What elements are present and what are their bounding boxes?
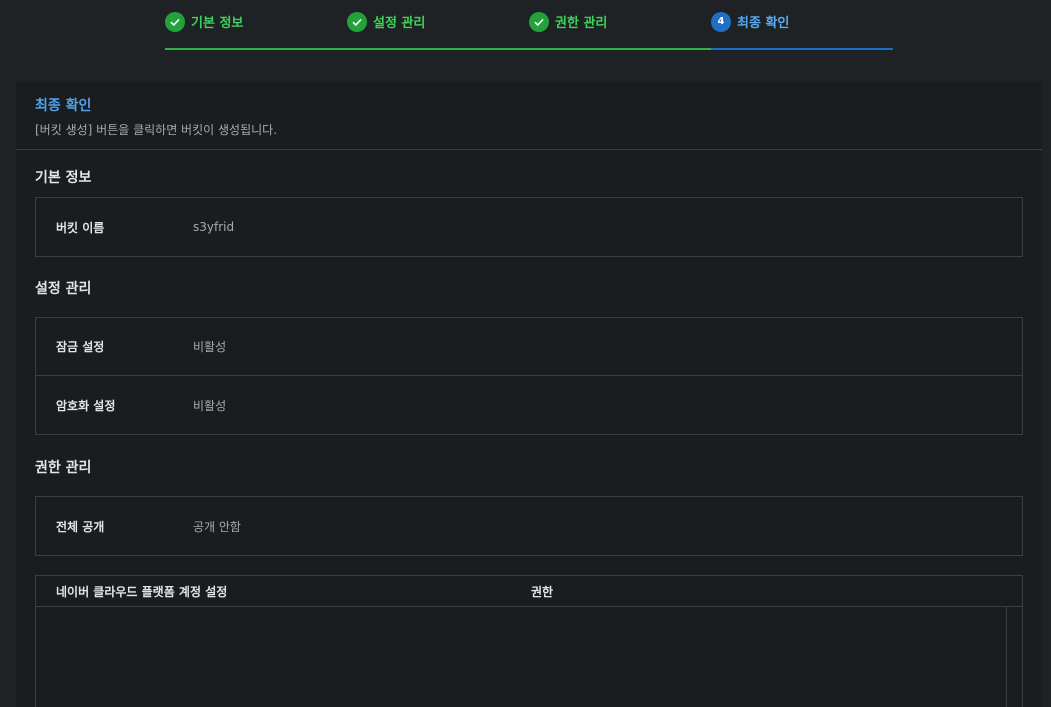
step-progress-bar [529,48,711,50]
section-title-permissions: 권한 관리 [35,460,92,476]
info-row: 버킷 이름 s3yfrid [36,198,1022,256]
review-panel: 최종 확인 [버킷 생성] 버튼을 클릭하면 버킷이 생성됩니다. 기본 정보 … [16,81,1042,707]
step-label: 권한 관리 [555,16,608,31]
step-label: 최종 확인 [737,16,790,31]
row-value: 비활성 [193,398,227,413]
permissions-box: 전체 공개 공개 안함 [35,496,1023,556]
step-number: 4 [717,16,725,27]
panel-header: 최종 확인 [버킷 생성] 버튼을 클릭하면 버킷이 생성됩니다. [16,81,1042,150]
column-header-account: 네이버 클라우드 플랫폼 계정 설정 [56,584,228,599]
section-title-settings: 설정 관리 [35,281,92,297]
row-label: 전체 공개 [56,519,105,534]
row-value: s3yfrid [193,220,235,234]
step-label: 기본 정보 [191,16,244,31]
step-progress-bar [347,48,529,50]
row-label: 잠금 설정 [56,340,105,354]
info-row: 전체 공개 공개 안함 [36,497,1022,555]
panel-description: [버킷 생성] 버튼을 클릭하면 버킷이 생성됩니다. [35,123,278,137]
basic-info-box: 버킷 이름 s3yfrid [35,197,1023,257]
info-row: 잠금 설정 비활성 [36,318,1022,376]
step-settings[interactable]: 설정 관리 [347,0,529,51]
settings-box: 잠금 설정 비활성 암호화 설정 비활성 [35,317,1023,435]
section-title-basic-info: 기본 정보 [35,170,92,186]
step-permissions[interactable]: 권한 관리 [529,0,711,51]
step-progress-bar [165,48,347,50]
step-number-badge: 4 [711,11,731,32]
panel-title: 최종 확인 [35,98,92,114]
row-label: 암호화 설정 [56,398,116,413]
step-label: 설정 관리 [373,16,426,31]
account-permissions-table: 네이버 클라우드 플랫폼 계정 설정 권한 [35,575,1023,707]
info-row: 암호화 설정 비활성 [36,376,1022,434]
check-icon [347,11,367,32]
row-value: 비활성 [193,340,227,354]
column-header-permission: 권한 [531,584,554,599]
table-scrollbar[interactable] [1006,607,1022,707]
step-basic-info[interactable]: 기본 정보 [165,0,347,51]
row-value: 공개 안함 [193,519,241,534]
table-header: 네이버 클라우드 플랫폼 계정 설정 권한 [36,576,1022,607]
row-label: 버킷 이름 [56,220,105,235]
step-final-review[interactable]: 4 최종 확인 [711,0,893,51]
check-icon [165,11,185,32]
check-icon [529,11,549,32]
stepper: 기본 정보 설정 관리 권한 관리 4 최종 확인 [165,0,893,52]
step-progress-bar [711,48,893,50]
